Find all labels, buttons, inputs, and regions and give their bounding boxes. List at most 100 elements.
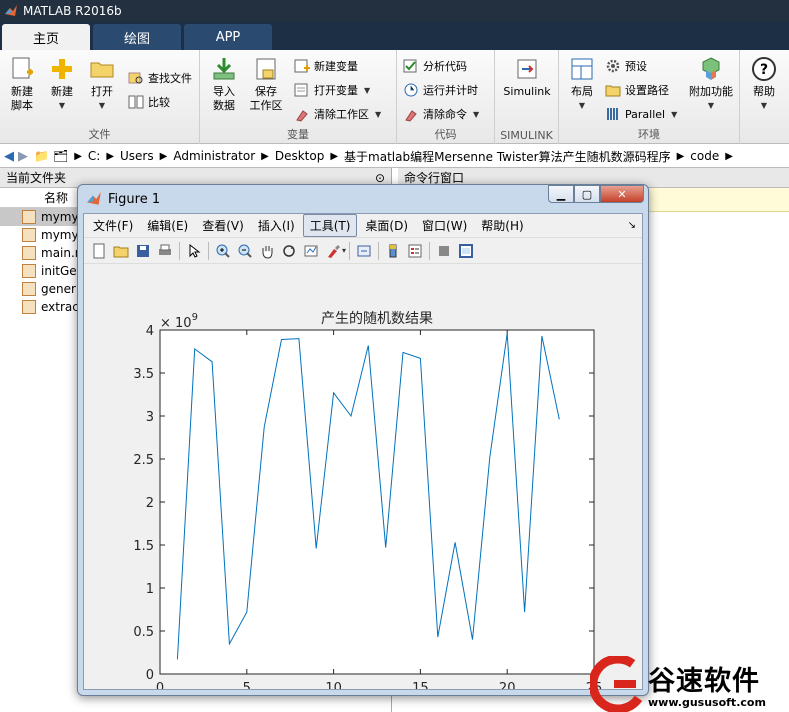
current-folder-address-bar[interactable]: ◀ ▶ 📁 🗂 ▶ C: ▶ Users ▶ Administrator ▶ D… [0, 145, 789, 168]
print-figure-button[interactable] [154, 241, 176, 261]
data-cursor-button[interactable] [300, 241, 322, 261]
address-separator: ▶ [106, 150, 115, 162]
clear-workspace-button[interactable]: 清除工作区 ▼ [294, 104, 381, 124]
ribbon-group-variable: 导入 数据 保存 工作区 新建变量 打开变量 ▼ 清除工作区 ▼ 变量 [200, 50, 397, 144]
menu-tools[interactable]: 工具(T) [302, 214, 358, 237]
open-button[interactable]: 打开 ▼ [86, 56, 118, 113]
compare-button[interactable]: 比较 [128, 92, 170, 112]
address-separator: ▶ [159, 150, 168, 162]
app-title: MATLAB R2016b [23, 4, 122, 18]
gear-icon [606, 59, 620, 73]
new-variable-button[interactable]: 新建变量 [294, 56, 358, 76]
rotate-icon [283, 244, 295, 257]
save-figure-button[interactable] [132, 241, 154, 261]
menu-edit[interactable]: 编辑(E) [141, 215, 194, 236]
menu-window[interactable]: 窗口(W) [416, 215, 473, 236]
parallel-button[interactable]: Parallel ▼ [605, 104, 677, 124]
chevron-down-icon: ▼ [98, 101, 106, 110]
address-part-desktop[interactable]: Desktop [275, 149, 325, 163]
address-part-drive[interactable]: C: [88, 149, 100, 163]
import-data-button[interactable]: 导入 数据 [208, 56, 240, 113]
y-tick-label: 3 [146, 410, 154, 425]
ribbon-group-simulink: Simulink SIMULINK [495, 50, 559, 144]
tab-plots[interactable]: 绘图 [93, 24, 181, 50]
up-folder-icon[interactable]: 📁 [34, 149, 49, 163]
y-tick-labels: 0 0.5 1 1.5 2 2.5 3 3.5 4 [133, 324, 154, 683]
forward-arrow-icon[interactable]: ▶ [18, 149, 28, 164]
broom-icon [405, 110, 417, 122]
environment-group-label: 环境 [638, 128, 660, 141]
folder-icon [605, 85, 621, 97]
new-figure-button[interactable] [88, 241, 110, 261]
edit-plot-button[interactable] [183, 241, 205, 261]
find-files-icon [128, 72, 143, 84]
address-part-users[interactable]: Users [120, 149, 154, 163]
save-workspace-button[interactable]: 保存 工作区 [246, 56, 286, 113]
y-tick-label: 0.5 [133, 625, 154, 640]
chevron-down-icon: ▼ [58, 101, 66, 110]
help-icon: ? [752, 57, 776, 81]
analyze-code-icon [403, 59, 417, 73]
link-plot-button[interactable] [353, 241, 375, 261]
analyze-code-button[interactable]: 分析代码 [403, 56, 467, 76]
open-variable-button[interactable]: 打开变量 ▼ [294, 80, 370, 100]
y-tick-label: 1.5 [133, 539, 154, 554]
insert-legend-button[interactable] [404, 241, 426, 261]
menu-help[interactable]: 帮助(H) [475, 215, 529, 236]
figure-titlebar[interactable]: Figure 1 ▁ ▢ ✕ [78, 185, 648, 213]
clear-commands-button[interactable]: 清除命令 ▼ [403, 104, 479, 124]
menu-desktop[interactable]: 桌面(D) [359, 215, 414, 236]
close-button[interactable]: ✕ [600, 185, 644, 203]
address-part-code[interactable]: code [690, 149, 719, 163]
simulink-button[interactable]: Simulink [501, 56, 553, 99]
app-titlebar: MATLAB R2016b [0, 0, 789, 22]
insert-colorbar-button[interactable] [382, 241, 404, 261]
brush-button[interactable] [322, 241, 344, 261]
plus-icon [52, 59, 72, 79]
ribbon-group-resources: ? 帮助 ▼ [740, 50, 789, 144]
rotate-3d-button[interactable] [278, 241, 300, 261]
y-exponent-label: × 109 [160, 312, 198, 331]
menu-file[interactable]: 文件(F) [87, 215, 139, 236]
ribbon-group-code: 分析代码 运行并计时 清除命令 ▼ 代码 [397, 50, 495, 144]
watermark-url: www.gususoft.com [648, 696, 766, 709]
find-files-button[interactable]: 查找文件 [128, 68, 192, 88]
show-plot-tools-button[interactable] [455, 241, 477, 261]
set-path-button[interactable]: 设置路径 [605, 80, 669, 100]
figure-window: Figure 1 ▁ ▢ ✕ 文件(F) 编辑(E) 查看(V) 插入(I) 工… [77, 184, 649, 696]
import-icon [213, 58, 235, 80]
address-part-admin[interactable]: Administrator [173, 149, 255, 163]
menu-view[interactable]: 查看(V) [196, 215, 250, 236]
minimize-button[interactable]: ▁ [548, 185, 574, 203]
dock-arrow-icon[interactable]: ↘ [628, 220, 636, 231]
hide-plot-tools-button[interactable] [433, 241, 455, 261]
new-label: 新建 [51, 85, 73, 98]
pan-button[interactable] [256, 241, 278, 261]
figure-body: 文件(F) 编辑(E) 查看(V) 插入(I) 工具(T) 桌面(D) 窗口(W… [83, 213, 643, 696]
new-script-button[interactable]: 新建 脚本 [4, 56, 40, 113]
layout-button[interactable]: 布局 ▼ [565, 56, 599, 113]
zoom-out-icon [238, 244, 252, 258]
back-arrow-icon[interactable]: ◀ [4, 149, 14, 164]
preferences-button[interactable]: 预设 [605, 56, 647, 76]
help-button[interactable]: ? 帮助 ▼ [748, 56, 780, 113]
open-file-button[interactable] [110, 241, 132, 261]
browse-folder-icon[interactable]: 🗂 [53, 149, 68, 163]
x-tick-label: 15 [412, 681, 429, 689]
maximize-button[interactable]: ▢ [574, 185, 600, 203]
layout-icon [571, 58, 593, 80]
address-part-project[interactable]: 基于matlab编程Mersenne Twister算法产生随机数源码程序 [344, 148, 671, 165]
tab-home[interactable]: 主页 [2, 24, 90, 50]
run-and-time-button[interactable]: 运行并计时 [403, 80, 478, 100]
new-button[interactable]: 新建 ▼ [46, 56, 78, 113]
tab-apps[interactable]: APP [184, 24, 272, 50]
add-ons-button[interactable]: 附加功能 ▼ [687, 56, 735, 113]
menu-insert[interactable]: 插入(I) [252, 215, 301, 236]
line-chart[interactable]: 0 5 10 15 20 25 00.511.522.533.54 产生的随机数结果 × … [84, 264, 642, 696]
chevron-down-icon[interactable]: ▾ [342, 246, 346, 255]
zoom-out-button[interactable] [234, 241, 256, 261]
zoom-in-button[interactable] [212, 241, 234, 261]
ribbon: 新建 脚本 新建 ▼ 打开 ▼ 查找文件 比较 文件 导入 数据 保存 工作区 … [0, 50, 789, 144]
panel-options-icon[interactable]: ⊙ [375, 171, 385, 185]
mfile-icon [22, 246, 36, 260]
